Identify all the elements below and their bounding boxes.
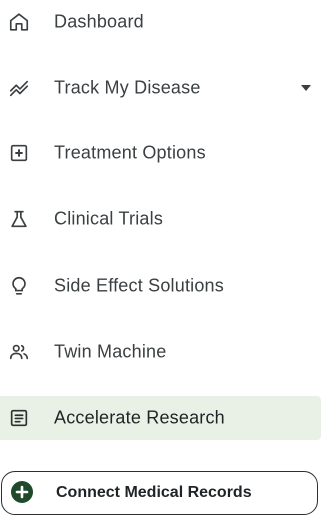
sidebar-nav: Dashboard Track My Disease Treatment Opt…: [0, 0, 321, 515]
sidebar-item-label: Treatment Options: [54, 142, 206, 163]
sidebar-item-label: Dashboard: [54, 11, 144, 32]
sidebar-item-label: Side Effect Solutions: [54, 275, 224, 296]
sidebar-item-side-effect-solutions[interactable]: Side Effect Solutions: [0, 264, 321, 308]
people-icon: [8, 341, 30, 363]
caret-down-icon[interactable]: [301, 85, 311, 91]
connect-medical-records-button[interactable]: Connect Medical Records: [1, 471, 318, 515]
lightbulb-icon: [8, 275, 30, 297]
sidebar-item-accelerate-research[interactable]: Accelerate Research: [0, 396, 321, 440]
sidebar-item-clinical-trials[interactable]: Clinical Trials: [0, 197, 321, 241]
sidebar-item-twin-machine[interactable]: Twin Machine: [0, 330, 321, 374]
sidebar-item-treatment-options[interactable]: Treatment Options: [0, 131, 321, 175]
sidebar-item-dashboard[interactable]: Dashboard: [0, 0, 321, 44]
plus-circle-icon: [11, 481, 33, 503]
trend-line-icon: [8, 77, 30, 99]
sidebar-item-label: Twin Machine: [54, 341, 167, 362]
home-icon: [8, 11, 30, 33]
sidebar-item-track-my-disease[interactable]: Track My Disease: [0, 66, 321, 110]
plus-box-icon: [8, 142, 30, 164]
flask-icon: [8, 208, 30, 230]
sidebar-item-label: Clinical Trials: [54, 208, 164, 229]
connect-button-label: Connect Medical Records: [56, 484, 252, 501]
document-list-icon: [8, 407, 30, 429]
sidebar-item-label: Accelerate Research: [54, 407, 225, 428]
sidebar-item-label: Track My Disease: [54, 77, 201, 98]
